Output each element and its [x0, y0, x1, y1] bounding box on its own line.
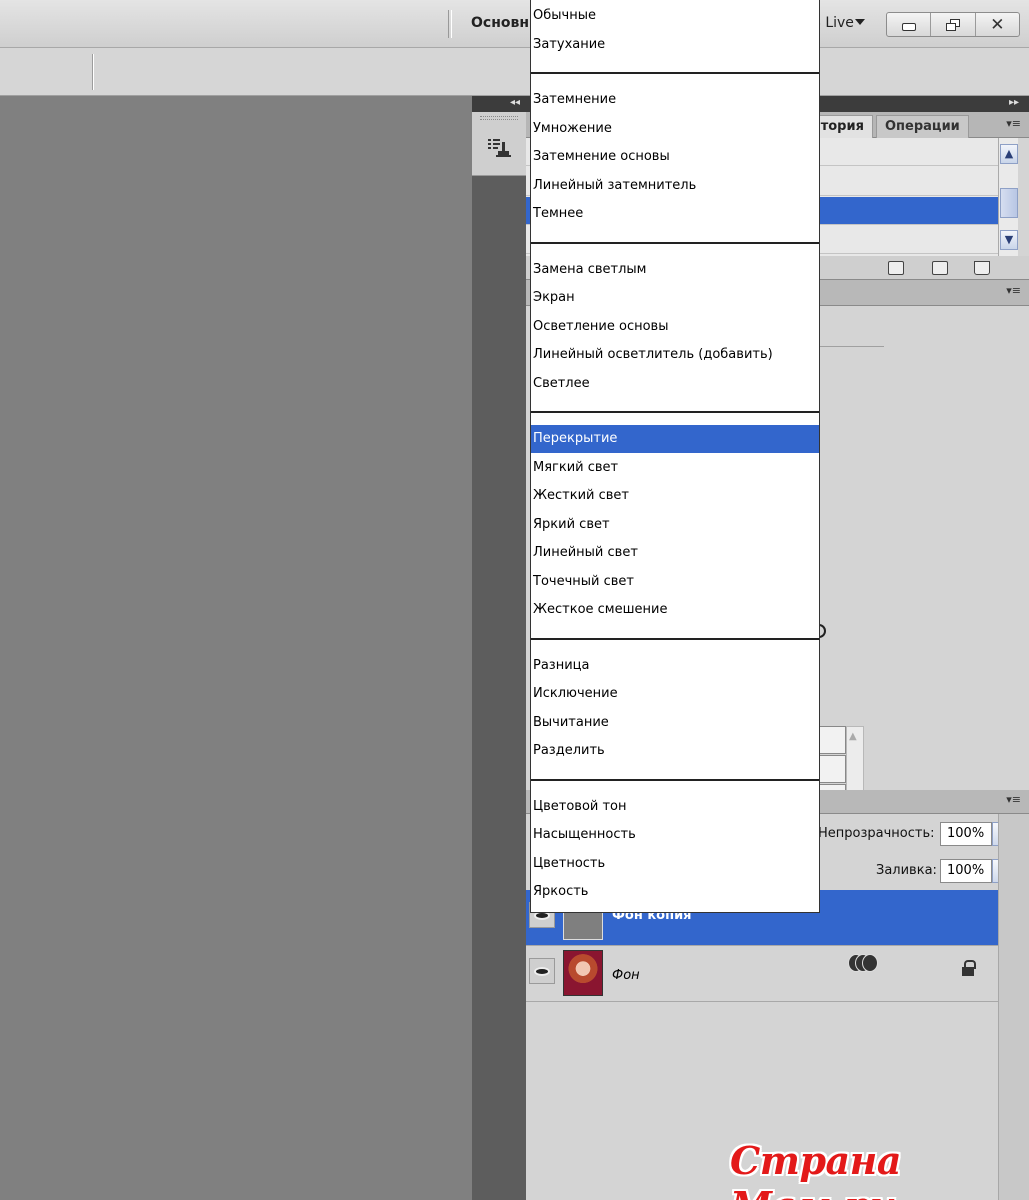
collapsed-panel-strip: [472, 112, 526, 176]
collapse-left-icon[interactable]: ◂◂: [510, 97, 520, 108]
trash-icon[interactable]: [974, 261, 990, 275]
blend-mode-item[interactable]: Линейный свет: [531, 539, 819, 567]
menu-separator: [531, 411, 819, 413]
close-icon: ✕: [990, 14, 1005, 35]
snapshot-icon[interactable]: [932, 261, 948, 275]
panel-gutter: [472, 96, 526, 1200]
blend-mode-item[interactable]: Затухание: [531, 31, 819, 59]
options-bar: [0, 48, 1029, 96]
panel-menu-icon[interactable]: ▾≡: [1006, 117, 1021, 130]
blend-mode-menu: Обычные Затухание Затемнение Умножение Затем…: [530, 0, 820, 913]
appbar-divider: [448, 10, 452, 38]
chevron-down-icon: [855, 19, 865, 25]
blend-mode-item[interactable]: Осветление основы: [531, 313, 819, 341]
fill-label: Заливка:: [876, 863, 937, 878]
menu-separator: [531, 241, 819, 244]
blend-mode-item[interactable]: Жесткое смешение: [531, 596, 819, 624]
scroll-up-icon[interactable]: ▲: [1000, 144, 1018, 164]
blend-mode-item[interactable]: Темнее: [531, 200, 819, 228]
minimize-button[interactable]: [887, 13, 932, 36]
fill-field[interactable]: 100%: [940, 859, 992, 883]
blend-mode-item[interactable]: Светлее: [531, 370, 819, 398]
watermark-logo: Страна Мам.ру: [730, 1138, 901, 1200]
opacity-field[interactable]: 100%: [940, 822, 992, 846]
blend-mode-item[interactable]: Цветность: [531, 850, 819, 878]
opacity-label: Непрозрачность:: [818, 826, 935, 841]
blend-mode-item[interactable]: Мягкий свет: [531, 454, 819, 482]
tab-actions[interactable]: Операции: [876, 115, 969, 138]
blend-mode-item[interactable]: Замена светлым: [531, 256, 819, 284]
layer-row[interactable]: Фон: [526, 946, 998, 1002]
blend-mode-item[interactable]: Яркость: [531, 878, 819, 906]
restore-button[interactable]: [931, 13, 976, 36]
restore-icon: [945, 18, 961, 32]
layer-name: Фон: [612, 968, 640, 983]
expand-right-icon[interactable]: ▸▸: [1009, 97, 1019, 108]
menu-separator: [531, 778, 819, 781]
options-divider: [92, 54, 93, 90]
menu-separator: [531, 637, 819, 640]
eye-icon[interactable]: [529, 958, 555, 984]
drag-grip[interactable]: [480, 116, 518, 120]
blend-mode-item[interactable]: Экран: [531, 284, 819, 312]
blend-mode-item[interactable]: Яркий свет: [531, 511, 819, 539]
window-controls: ✕: [886, 12, 1020, 37]
layer-thumbnail: [563, 950, 603, 996]
minimize-icon: [901, 22, 916, 31]
scroll-down-icon[interactable]: ▼: [1000, 230, 1018, 250]
blend-mode-item[interactable]: Точечный свет: [531, 568, 819, 596]
blend-mode-item[interactable]: Обычные: [531, 2, 819, 30]
blend-mode-item[interactable]: Насыщенность: [531, 821, 819, 849]
blend-mode-item[interactable]: Умножение: [531, 115, 819, 143]
close-button[interactable]: ✕: [976, 13, 1019, 36]
blend-mode-item[interactable]: Затемнение: [531, 86, 819, 114]
panel-menu-icon[interactable]: ▾≡: [1006, 793, 1021, 806]
blend-mode-item[interactable]: Исключение: [531, 680, 819, 708]
blend-mode-item[interactable]: Разница: [531, 652, 819, 680]
blend-mode-item[interactable]: Перекрытие: [531, 425, 819, 453]
grid-cell[interactable]: [818, 726, 846, 754]
blend-mode-item[interactable]: Разделить: [531, 737, 819, 765]
history-panel-button[interactable]: [484, 134, 514, 162]
application-bar: Основн S Live ✕: [0, 0, 1029, 48]
menu-separator: [531, 72, 819, 74]
scroll-up-icon[interactable]: ▲: [849, 731, 857, 742]
blend-mode-item[interactable]: Линейный затемнитель: [531, 172, 819, 200]
history-scrollbar[interactable]: ▲ ▼: [998, 138, 1018, 256]
scroll-thumb[interactable]: [1000, 188, 1018, 218]
blend-mode-item[interactable]: Вычитание: [531, 709, 819, 737]
blend-mode-item[interactable]: Жесткий свет: [531, 482, 819, 510]
workspace-switcher[interactable]: Основн: [471, 15, 529, 31]
blend-mode-item[interactable]: Цветовой тон: [531, 793, 819, 821]
history-brush-icon: [488, 139, 511, 157]
lock-icon: [962, 960, 976, 977]
new-document-icon[interactable]: [888, 261, 904, 275]
blend-mode-item[interactable]: Затемнение основы: [531, 143, 819, 171]
panel-menu-icon[interactable]: ▾≡: [1006, 284, 1021, 297]
grid-cell[interactable]: [818, 755, 846, 783]
blend-mode-item[interactable]: Линейный осветлитель (добавить): [531, 341, 819, 369]
